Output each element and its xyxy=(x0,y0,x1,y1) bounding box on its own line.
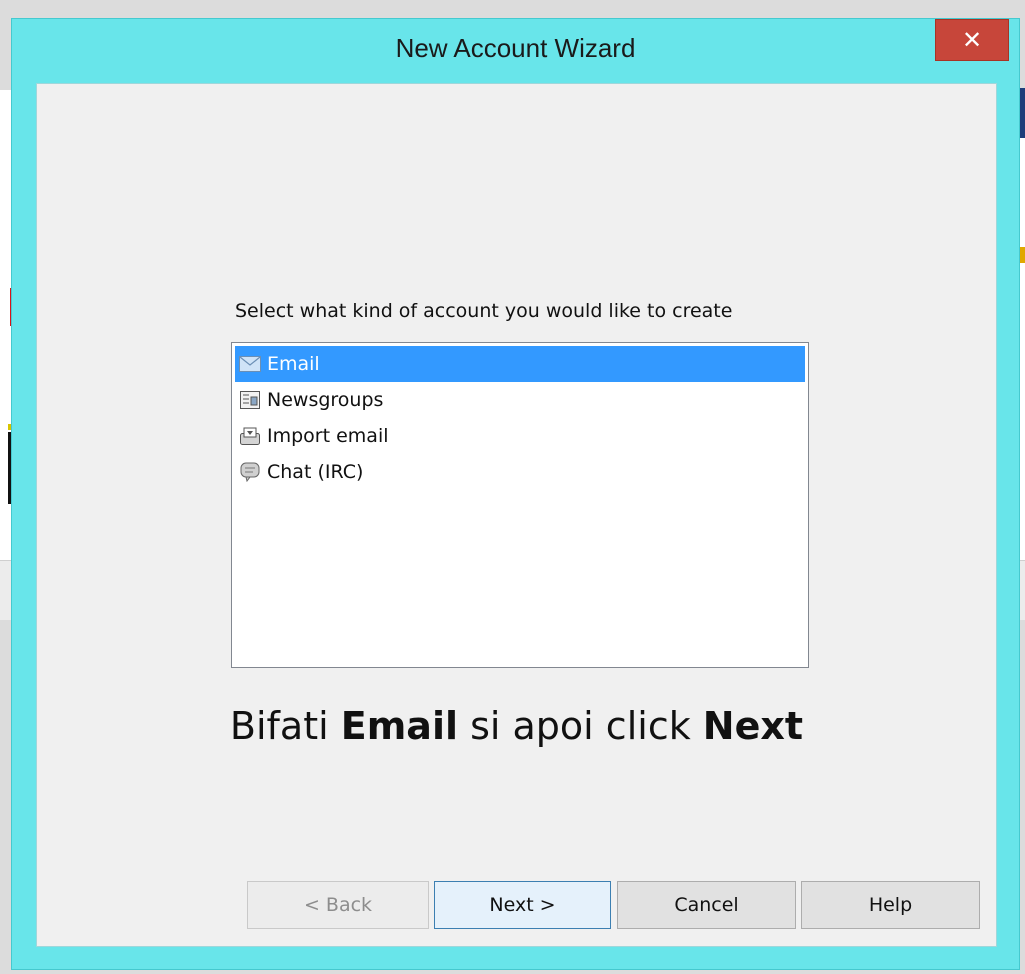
list-item-label: Newsgroups xyxy=(267,389,384,411)
list-item-import-email[interactable]: Import email xyxy=(235,418,805,454)
instruction-part: Bifati xyxy=(229,704,341,748)
list-item-chat-irc[interactable]: Chat (IRC) xyxy=(235,454,805,490)
instruction-part: si apoi click xyxy=(458,704,703,748)
close-icon: ✕ xyxy=(961,26,983,54)
cancel-button[interactable]: Cancel xyxy=(617,881,796,929)
new-account-wizard-dialog: New Account Wizard ✕ Select what kind of… xyxy=(11,18,1020,970)
next-button[interactable]: Next > xyxy=(434,881,611,929)
wizard-prompt: Select what kind of account you would li… xyxy=(235,300,733,322)
envelope-icon xyxy=(239,353,261,375)
list-item-label: Email xyxy=(267,353,320,375)
list-item-email[interactable]: Email xyxy=(235,346,805,382)
inbox-tray-icon xyxy=(239,425,261,447)
title-bar[interactable]: New Account Wizard ✕ xyxy=(12,19,1019,83)
list-item-newsgroups[interactable]: Newsgroups xyxy=(235,382,805,418)
newspaper-icon xyxy=(239,389,261,411)
instruction-emphasis: Next xyxy=(702,704,804,748)
instruction-text: Bifati Email si apoi click Next xyxy=(37,704,996,748)
close-button[interactable]: ✕ xyxy=(935,19,1009,61)
window-title: New Account Wizard xyxy=(395,33,636,63)
chat-bubble-icon xyxy=(239,461,261,483)
account-type-list[interactable]: Email Newsgroups Import email Chat (IRC) xyxy=(231,342,809,668)
list-item-label: Chat (IRC) xyxy=(267,461,364,483)
instruction-emphasis: Email xyxy=(340,704,458,748)
list-item-label: Import email xyxy=(267,425,389,447)
wizard-content: Select what kind of account you would li… xyxy=(36,83,997,947)
help-button[interactable]: Help xyxy=(801,881,980,929)
back-button[interactable]: < Back xyxy=(247,881,429,929)
